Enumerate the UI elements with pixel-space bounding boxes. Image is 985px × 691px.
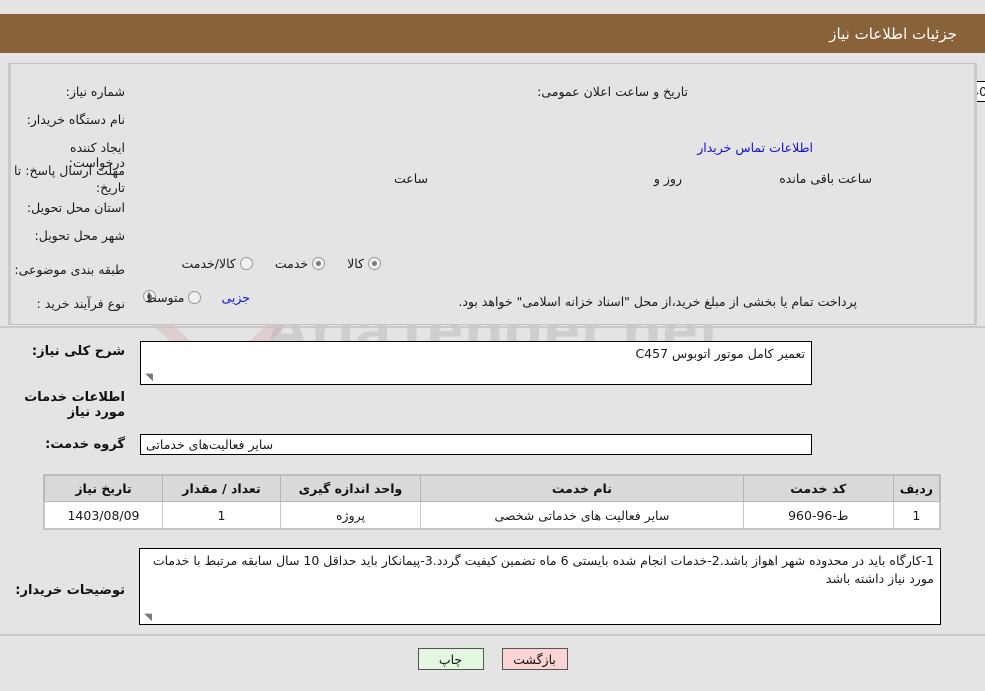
category-label: طبقه بندی موضوعی: xyxy=(14,262,125,277)
category-radio-group: کالا خدمت کالا/خدمت xyxy=(175,256,385,271)
deadline-label: مهلت ارسال پاسخ: تا تاریخ: xyxy=(14,163,125,195)
services-section-heading: اطلاعات خدمات مورد نیاز xyxy=(24,390,125,420)
services-table: ردیف کد خدمت نام خدمت واحد اندازه گیری ت… xyxy=(43,474,941,530)
table-header-row: ردیف کد خدمت نام خدمت واحد اندازه گیری ت… xyxy=(44,475,941,502)
cell-quantity: 1 xyxy=(162,501,281,529)
col-service-name: نام خدمت xyxy=(420,475,744,502)
cell-row-no: 1 xyxy=(892,501,941,529)
buyer-org-label: نام دستگاه خریدار: xyxy=(26,112,125,127)
category-option-khedmat-label: خدمت xyxy=(274,256,309,271)
page-header: جزئیات اطلاعات نیاز xyxy=(12,14,973,53)
purchase-type-option-motavasset-label: متوسط xyxy=(145,290,185,305)
deadline-hour-label: ساعت xyxy=(393,171,428,186)
general-desc-label: شرح کلی نیاز: xyxy=(31,344,125,359)
resize-grip-icon-notes[interactable]: ◥ xyxy=(142,613,152,623)
category-option-kala-khedmat-label: کالا/خدمت xyxy=(181,256,236,271)
back-button[interactable]: بازگشت xyxy=(501,648,568,670)
purchase-type-note: پرداخت تمام یا بخشی از مبلغ خرید،از محل … xyxy=(458,294,857,309)
general-desc-textarea[interactable]: تعمیر کامل موتور اتوبوس C457 ◥ xyxy=(140,341,812,385)
header-left-cap xyxy=(0,14,12,53)
service-group-label: گروه خدمت: xyxy=(45,437,125,452)
need-info-panel xyxy=(8,63,977,325)
col-row-no: ردیف xyxy=(892,475,941,502)
remaining-days-unit: روز و xyxy=(653,171,682,186)
col-need-date: تاریخ نیاز xyxy=(44,475,163,502)
buyer-notes-textarea[interactable]: 1-کارگاه باید در محدوده شهر اهواز باشد.2… xyxy=(139,548,941,625)
category-radio-khedmat[interactable] xyxy=(312,257,326,270)
purchase-type-options: جزیی متوسط xyxy=(139,290,250,305)
remaining-time-unit: ساعت باقی مانده xyxy=(779,171,872,186)
category-radio-kala[interactable] xyxy=(368,257,381,270)
category-radio-kala-khedmat[interactable] xyxy=(239,257,253,270)
purchase-type-label: نوع فرآیند خرید : xyxy=(36,296,125,311)
action-bar: بازگشت چاپ xyxy=(0,648,985,670)
page-title: جزئیات اطلاعات نیاز xyxy=(829,24,957,43)
province-label: استان محل تحویل: xyxy=(26,200,125,215)
buyer-contact-link[interactable]: اطلاعات تماس خریدار xyxy=(697,140,813,155)
cell-service-name: سایر فعالیت های خدماتی شخصی xyxy=(420,501,744,529)
buyer-notes-label: توضیحات خریدار: xyxy=(15,583,125,598)
purchase-type-radio-motavasset[interactable] xyxy=(188,291,202,304)
cell-service-code: ط-96-960 xyxy=(742,501,894,529)
divider-1 xyxy=(0,326,985,328)
divider-2 xyxy=(0,634,985,636)
purchase-type-option-jozei-label: جزیی xyxy=(221,290,250,305)
table-row[interactable]: 1 ط-96-960 سایر فعالیت های خدماتی شخصی پ… xyxy=(44,501,941,529)
announce-date-label: تاریخ و ساعت اعلان عمومی: xyxy=(537,84,688,99)
print-button[interactable]: چاپ xyxy=(417,648,484,670)
col-quantity: تعداد / مقدار xyxy=(162,475,281,502)
buyer-notes-value: 1-کارگاه باید در محدوده شهر اهواز باشد.2… xyxy=(152,553,934,587)
top-margin xyxy=(0,0,985,14)
header-right-cap xyxy=(973,14,985,53)
service-group-value: سایر فعالیت‌های خدماتی xyxy=(140,434,812,455)
col-service-code: کد خدمت xyxy=(742,475,894,502)
need-number-label: شماره نیاز: xyxy=(65,84,125,99)
general-desc-value: تعمیر کامل موتور اتوبوس C457 xyxy=(635,346,805,361)
cell-need-date: 1403/08/09 xyxy=(44,501,163,529)
city-label: شهر محل تحویل: xyxy=(34,228,125,243)
col-unit: واحد اندازه گیری xyxy=(280,475,421,502)
resize-grip-icon[interactable]: ◥ xyxy=(143,373,153,383)
tender-details-page: AriaTender.net جزئیات اطلاعات نیاز شماره… xyxy=(0,0,985,691)
cell-unit: پروژه xyxy=(280,501,421,529)
category-option-kala-label: کالا xyxy=(347,256,364,271)
